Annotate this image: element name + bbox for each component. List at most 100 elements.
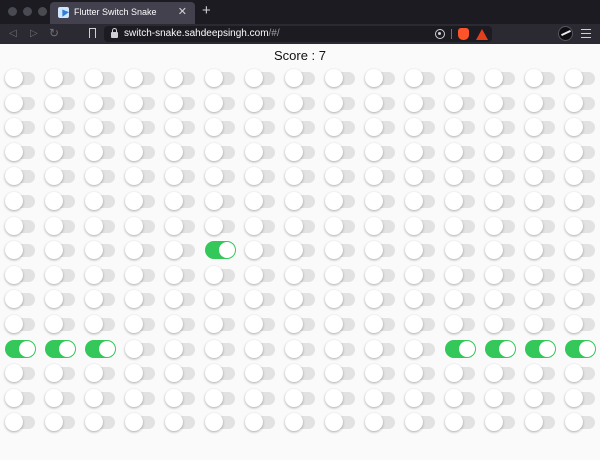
switch-toggle[interactable] [565,265,596,284]
switch-toggle[interactable] [365,216,396,235]
switch-toggle[interactable] [325,192,356,210]
window-zoom-button[interactable] [38,7,47,16]
switch-toggle[interactable] [5,364,36,383]
switch-toggle[interactable] [525,413,556,432]
switch-toggle[interactable] [365,241,396,260]
switch-toggle[interactable] [45,290,76,309]
switch-toggle[interactable] [445,315,476,333]
switch-toggle[interactable] [125,364,156,383]
switch-toggle[interactable] [485,93,516,112]
switch-toggle[interactable] [245,69,276,87]
switch-toggle[interactable] [445,364,476,383]
switch-toggle[interactable] [205,69,236,87]
switch-toggle[interactable] [525,216,556,235]
switch-toggle[interactable] [245,315,276,333]
bookmark-icon[interactable] [89,28,96,38]
switch-toggle[interactable] [85,118,116,137]
switch-toggle[interactable] [5,290,36,309]
switch-toggle[interactable] [85,315,116,333]
switch-toggle[interactable] [285,216,316,235]
switch-toggle[interactable] [205,241,236,260]
switch-toggle[interactable] [405,118,436,137]
switch-toggle[interactable] [125,315,156,333]
switch-toggle[interactable] [365,413,396,432]
switch-toggle[interactable] [245,142,276,161]
switch-toggle[interactable] [325,339,356,358]
switch-toggle[interactable] [245,118,276,137]
switch-toggle[interactable] [205,93,236,112]
switch-toggle[interactable] [325,413,356,432]
switch-toggle[interactable] [485,388,516,407]
switch-toggle[interactable] [525,241,556,260]
switch-toggle[interactable] [565,364,596,383]
switch-toggle[interactable] [285,167,316,186]
switch-toggle[interactable] [485,167,516,186]
switch-toggle[interactable] [325,216,356,235]
switch-toggle[interactable] [565,167,596,186]
switch-toggle[interactable] [325,241,356,260]
switch-toggle[interactable] [445,339,476,358]
switch-toggle[interactable] [205,142,236,161]
switch-toggle[interactable] [205,364,236,383]
switch-toggle[interactable] [45,241,76,260]
switch-toggle[interactable] [525,265,556,284]
switch-toggle[interactable] [125,216,156,235]
switch-toggle[interactable] [285,290,316,309]
switch-toggle[interactable] [125,192,156,210]
switch-toggle[interactable] [405,142,436,161]
switch-toggle[interactable] [365,339,396,358]
switch-toggle[interactable] [165,413,196,432]
switch-toggle[interactable] [365,69,396,87]
window-close-button[interactable] [8,7,17,16]
switch-toggle[interactable] [525,167,556,186]
switch-toggle[interactable] [125,142,156,161]
switch-toggle[interactable] [405,192,436,210]
switch-toggle[interactable] [245,192,276,210]
switch-toggle[interactable] [325,388,356,407]
switch-toggle[interactable] [165,216,196,235]
switch-toggle[interactable] [325,290,356,309]
switch-toggle[interactable] [85,241,116,260]
switch-toggle[interactable] [85,364,116,383]
rewards-triangle-icon[interactable] [476,29,488,40]
switch-toggle[interactable] [125,167,156,186]
switch-toggle[interactable] [45,265,76,284]
switch-toggle[interactable] [5,315,36,333]
switch-toggle[interactable] [485,69,516,87]
switch-toggle[interactable] [5,388,36,407]
switch-toggle[interactable] [565,315,596,333]
switch-toggle[interactable] [405,315,436,333]
switch-toggle[interactable] [365,388,396,407]
switch-toggle[interactable] [525,290,556,309]
switch-toggle[interactable] [45,167,76,186]
switch-toggle[interactable] [565,192,596,210]
switch-toggle[interactable] [45,69,76,87]
new-tab-button[interactable]: + [202,3,211,19]
switch-toggle[interactable] [245,241,276,260]
switch-toggle[interactable] [325,167,356,186]
switch-toggle[interactable] [525,315,556,333]
switch-toggle[interactable] [445,290,476,309]
switch-toggle[interactable] [325,142,356,161]
switch-toggle[interactable] [5,241,36,260]
switch-toggle[interactable] [5,142,36,161]
switch-toggle[interactable] [285,93,316,112]
switch-toggle[interactable] [325,265,356,284]
switch-toggle[interactable] [125,69,156,87]
switch-toggle[interactable] [405,69,436,87]
switch-toggle[interactable] [45,339,76,358]
switch-toggle[interactable] [445,388,476,407]
switch-toggle[interactable] [285,364,316,383]
switch-toggle[interactable] [485,290,516,309]
switch-toggle[interactable] [285,413,316,432]
switch-toggle[interactable] [205,265,236,284]
switch-toggle[interactable] [485,413,516,432]
switch-toggle[interactable] [405,413,436,432]
switch-toggle[interactable] [125,241,156,260]
switch-toggle[interactable] [365,167,396,186]
switch-toggle[interactable] [485,118,516,137]
switch-toggle[interactable] [365,290,396,309]
switch-toggle[interactable] [85,339,116,358]
switch-toggle[interactable] [485,192,516,210]
switch-toggle[interactable] [365,192,396,210]
